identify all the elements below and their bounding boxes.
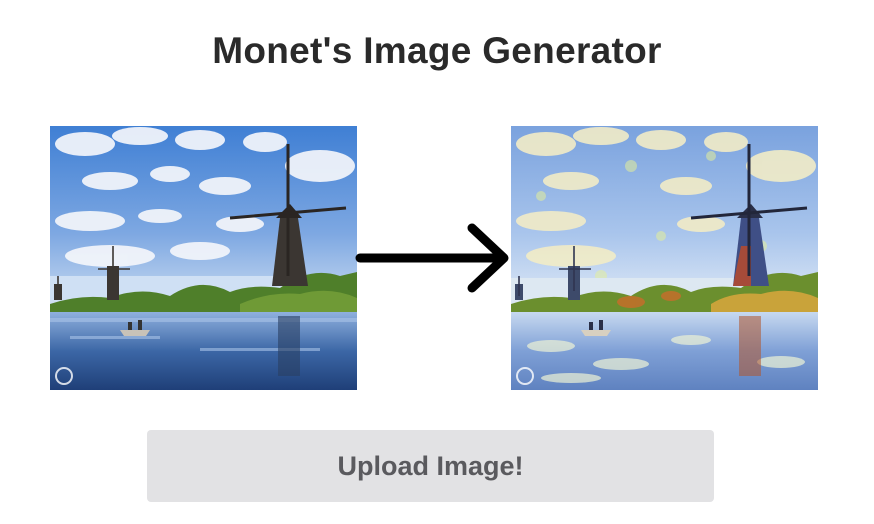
page-title: Monet's Image Generator bbox=[212, 30, 662, 71]
original-image bbox=[50, 126, 357, 390]
monet-styled-image bbox=[511, 126, 818, 390]
upload-image-button[interactable]: Upload Image! bbox=[147, 430, 714, 502]
landscape-photo-icon bbox=[50, 126, 357, 390]
monet-painting-icon bbox=[511, 126, 818, 390]
right-arrow-icon bbox=[352, 218, 517, 298]
